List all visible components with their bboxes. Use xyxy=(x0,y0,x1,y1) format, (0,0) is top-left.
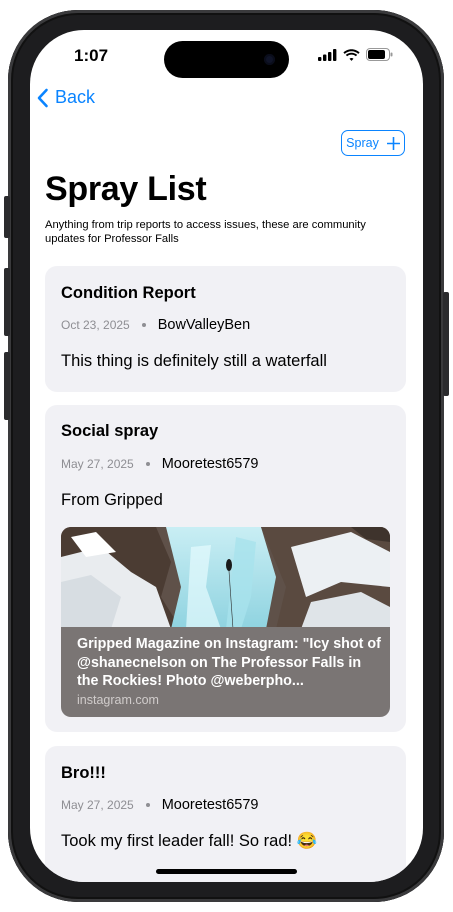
add-spray-button[interactable]: Spray xyxy=(341,130,405,156)
post-meta: May 27, 2025 Mooretest6579 xyxy=(61,797,258,813)
chevron-left-icon xyxy=(37,88,48,107)
side-button-mute xyxy=(4,196,10,238)
post-date: May 27, 2025 xyxy=(61,457,134,471)
link-preview[interactable]: Gripped Magazine on Instagram: "Icy shot… xyxy=(61,527,390,717)
post-author[interactable]: Mooretest6579 xyxy=(162,456,259,472)
separator-dot xyxy=(145,462,150,466)
post-body: This thing is definitely still a waterfa… xyxy=(61,352,327,370)
spray-button-label: Spray xyxy=(346,136,379,150)
camera-lens xyxy=(264,54,275,65)
status-time: 1:07 xyxy=(74,46,109,65)
home-indicator[interactable] xyxy=(156,869,297,874)
link-preview-image xyxy=(61,527,390,629)
status-icons xyxy=(318,48,393,61)
battery-icon xyxy=(366,48,393,61)
wifi-icon xyxy=(343,48,360,61)
post-card[interactable]: Social spray May 27, 2025 Mooretest6579 … xyxy=(45,405,406,732)
post-body: From Gripped xyxy=(61,491,163,509)
page-title: Spray List xyxy=(45,170,207,208)
post-title: Social spray xyxy=(61,422,159,440)
link-preview-title: Gripped Magazine on Instagram: "Icy shot… xyxy=(77,636,381,689)
post-date: May 27, 2025 xyxy=(61,798,134,812)
link-preview-domain: instagram.com xyxy=(77,693,159,707)
side-button-volume-up xyxy=(4,268,10,336)
post-card[interactable]: Bro!!! May 27, 2025 Mooretest6579 Took m… xyxy=(45,746,406,882)
post-title: Condition Report xyxy=(61,284,196,302)
back-label: Back xyxy=(55,87,96,107)
post-body: Took my first leader fall! So rad! 😂 xyxy=(61,832,318,850)
side-button-power xyxy=(443,292,449,396)
side-button-volume-down xyxy=(4,352,10,420)
post-title: Bro!!! xyxy=(61,764,106,782)
post-date: Oct 23, 2025 xyxy=(61,318,130,332)
page-subtitle: Anything from trip reports to access iss… xyxy=(45,219,366,245)
separator-dot xyxy=(145,803,150,807)
cellular-signal-icon xyxy=(318,48,337,61)
post-author[interactable]: BowValleyBen xyxy=(158,317,250,333)
back-button[interactable]: Back xyxy=(36,87,95,108)
separator-dot xyxy=(141,323,146,327)
post-meta: Oct 23, 2025 BowValleyBen xyxy=(61,317,250,333)
post-card[interactable]: Condition Report Oct 23, 2025 BowValleyB… xyxy=(45,266,406,392)
post-author[interactable]: Mooretest6579 xyxy=(162,797,259,813)
post-meta: May 27, 2025 Mooretest6579 xyxy=(61,456,258,472)
screen: 1:07 Back Spray Spray List Anything from… xyxy=(30,30,423,882)
dynamic-island xyxy=(164,41,289,78)
link-preview-caption: Gripped Magazine on Instagram: "Icy shot… xyxy=(61,627,390,717)
plus-icon xyxy=(386,136,400,150)
